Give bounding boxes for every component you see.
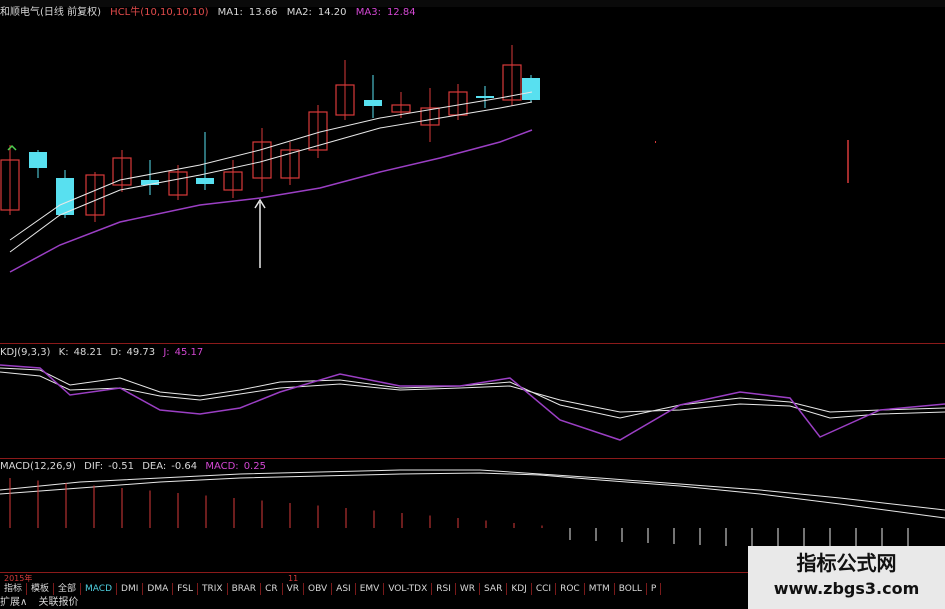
macd-dea-value: -0.64 [171,461,198,472]
kdj-k-value: 48.21 [73,347,103,358]
kdj-k-label: K: [58,347,69,358]
macd-macd-value: 0.25 [243,461,266,472]
indicator-tab[interactable]: CR [261,583,283,595]
kdj-j-value: 45.17 [174,347,204,358]
candle-body [29,152,47,168]
indicator-tab[interactable]: VR [283,583,305,595]
indicator-tab[interactable]: VOL-TDX [384,583,433,595]
indicator-tab[interactable]: BOLL [615,583,647,595]
indicator-tab[interactable]: 指标 [0,583,28,595]
candle-body [196,178,214,184]
ma3-label: MA3: [355,7,381,18]
panel-separator [0,458,945,459]
chart-canvas [0,45,945,553]
price-panel-header: 和顺电气(日线 前复权) HCL牛(10,10,10,10) MA1: 13.66… [0,6,560,20]
macd-macd-label: MACD: [205,461,239,472]
candle-body [364,100,382,106]
indicator-tab[interactable]: KDJ [507,583,532,595]
macd-header: MACD(12,26,9) DIF: -0.51 DEA: -0.64 MACD: 0… [0,461,271,473]
macd-name: MACD(12,26,9) [0,461,76,472]
ma1-value: 13.66 [248,7,278,18]
kdj-name: KDJ(9,3,3) [0,347,51,358]
kdj-j-line [0,364,945,441]
time-axis: 2015年 11 [0,574,750,583]
candle-body [522,78,540,100]
indicator-tab[interactable]: WR [456,583,481,595]
panel-separator [0,343,945,344]
stock-name: 和顺电气(日线 前复权) [0,7,101,18]
indicator-tab[interactable]: ASI [332,583,356,595]
ma1-label: MA1: [217,7,243,18]
kdj-header: KDJ(9,3,3) K: 48.21 D: 49.73 J: 45.17 [0,347,208,359]
ma2-label: MA2: [286,7,312,18]
indicator-tab[interactable]: BRAR [228,583,262,595]
macd-dif-line [0,469,945,511]
indicator-tab[interactable]: SAR [480,583,508,595]
macd-panel [0,469,945,553]
indicator-tab[interactable]: TRIX [198,583,228,595]
indicator-tab[interactable]: 模板 [27,583,55,595]
indicator-tab[interactable]: EMV [356,583,385,595]
indicator-tab[interactable]: MTM [585,583,615,595]
kdj-j-label: J: [163,347,170,358]
watermark-logo: 指标公式网 www.zbgs3.com [748,546,945,609]
ma2-value: 14.20 [317,7,347,18]
axis-month: 11 [288,574,299,583]
indicator-tab[interactable]: RSI [432,583,456,595]
watermark-url: www.zbgs3.com [773,579,920,598]
candle-body [56,178,74,215]
ma3-value: 12.84 [386,7,416,18]
indicator-name: HCL牛(10,10,10,10) [110,7,209,18]
axis-year: 2015年 [4,574,33,583]
watermark-title: 指标公式网 [796,551,897,575]
kdj-k-line [0,367,945,419]
kdj-d-line [0,371,945,419]
indicator-tab[interactable]: 全部 [54,583,82,595]
indicator-tab[interactable]: DMI [117,583,144,595]
kdj-panel [0,364,945,441]
indicator-tab[interactable]: P [647,583,662,595]
kdj-d-value: 49.73 [126,347,156,358]
indicator-tabs: 指标 模板 全部 MACD DMI DMA FSL TRIX BRAR CR VR OBV ASI EMV… [0,583,750,595]
ma-lines [9,91,533,273]
macd-dif-label: DIF: [84,461,104,472]
axis-separator [0,572,750,573]
candle-body [476,96,494,98]
macd-dea-line [0,472,945,519]
indicator-tab[interactable]: DMA [143,583,174,595]
related-quote-tab[interactable]: 关联报价 [39,597,79,608]
bottom-tabs: 扩展∧ 关联报价 [0,596,87,609]
indicator-tab[interactable]: FSL [173,583,198,595]
top-left-marker [7,144,17,151]
macd-dif-value: -0.51 [108,461,135,472]
macd-dea-label: DEA: [142,461,167,472]
kdj-d-label: D: [110,347,122,358]
indicator-tab[interactable]: CCI [532,583,557,595]
expand-tab[interactable]: 扩展∧ [0,597,27,608]
indicator-tab[interactable]: ROC [556,583,585,595]
indicator-tab[interactable]: OBV [304,583,333,595]
indicator-tab[interactable]: MACD [81,583,118,595]
